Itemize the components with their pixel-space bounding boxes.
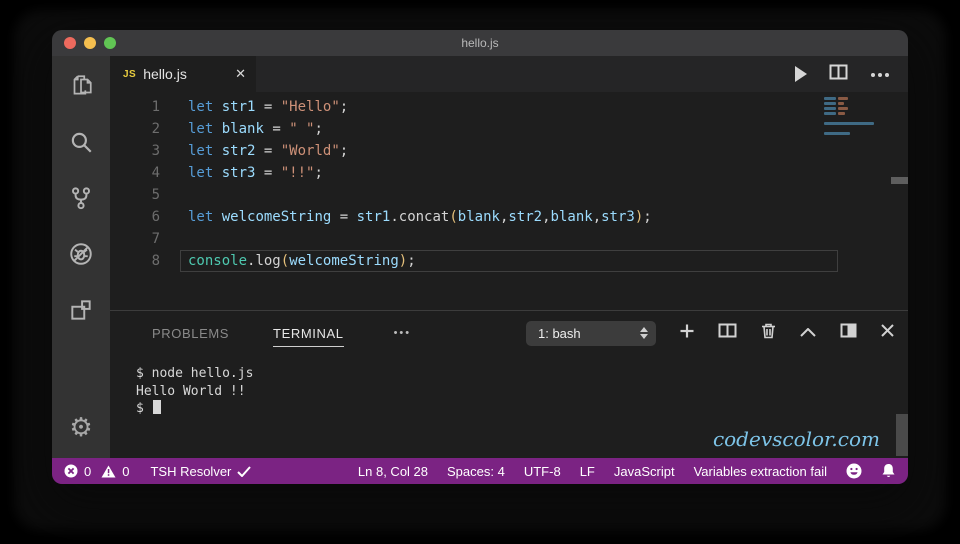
line-number: 2 <box>151 121 160 137</box>
problems-status[interactable]: 0 0 <box>64 464 129 479</box>
line-number: 5 <box>151 187 160 203</box>
select-updown-icon <box>640 327 648 339</box>
line-number: 4 <box>151 165 160 181</box>
tab-label: hello.js <box>143 66 187 82</box>
line-number: 1 <box>151 99 160 115</box>
cursor-position-status[interactable]: Ln 8, Col 28 <box>358 464 428 479</box>
line-number: 7 <box>151 231 160 247</box>
code-line[interactable]: 3 let str2 = "World"; <box>110 140 908 162</box>
line-number: 6 <box>151 209 160 225</box>
indentation-status[interactable]: Spaces: 4 <box>447 464 505 479</box>
debug-disabled-icon[interactable] <box>65 238 97 270</box>
extensions-icon[interactable] <box>65 294 97 326</box>
terminal-scrollbar[interactable] <box>896 414 908 456</box>
tsh-resolver-status[interactable]: TSH Resolver <box>150 464 252 479</box>
code-line[interactable]: 4 let str3 = "!!"; <box>110 162 908 184</box>
activity-bar: ⚙ <box>52 56 110 458</box>
terminal-cursor <box>152 400 161 414</box>
line-number: 3 <box>151 143 160 159</box>
toggle-panel-layout-icon[interactable] <box>840 323 857 343</box>
status-bar: 0 0 TSH Resolver Ln 8, Col 28 Spaces: 4 … <box>52 458 908 484</box>
eol-status[interactable]: LF <box>580 464 595 479</box>
encoding-status[interactable]: UTF-8 <box>524 464 561 479</box>
code-line[interactable]: 7 <box>110 228 908 250</box>
error-count: 0 <box>84 463 92 479</box>
shell-select-value: 1: bash <box>538 325 581 341</box>
zoom-window-button[interactable] <box>104 37 116 49</box>
minimap[interactable] <box>824 97 886 137</box>
source-control-icon[interactable] <box>65 182 97 214</box>
notifications-bell-icon[interactable] <box>881 463 896 479</box>
search-icon[interactable] <box>65 126 97 158</box>
warning-count: 0 <box>122 463 130 479</box>
panel-more-icon[interactable]: ••• <box>394 327 412 339</box>
vscode-window: hello.js ⚙ JS hello.js ✕ 1 let str1 = "H… <box>52 30 908 484</box>
screenshot-stage: hello.js ⚙ JS hello.js ✕ 1 let str1 = "H… <box>0 0 960 544</box>
extension-message-status[interactable]: Variables extraction fail <box>694 464 827 479</box>
split-terminal-icon[interactable] <box>718 323 737 343</box>
maximize-panel-chevron-icon[interactable] <box>800 324 816 342</box>
explorer-icon[interactable] <box>65 70 97 102</box>
language-mode-status[interactable]: JavaScript <box>614 464 675 479</box>
minimize-window-button[interactable] <box>84 37 96 49</box>
new-terminal-icon[interactable] <box>680 324 694 343</box>
bottom-panel: PROBLEMS TERMINAL ••• 1: bash $ node hel… <box>110 310 908 458</box>
close-window-button[interactable] <box>64 37 76 49</box>
code-lines: 1 let str1 = "Hello"; 2 let blank = " "; 3 le… <box>110 92 908 272</box>
run-file-icon[interactable] <box>795 66 807 82</box>
code-line[interactable]: 1 let str1 = "Hello"; <box>110 96 908 118</box>
terminal-output[interactable]: $ node hello.js Hello World !! $ codevsc… <box>110 355 908 458</box>
feedback-smiley-icon[interactable] <box>846 463 862 479</box>
code-line[interactable]: 8 console.log(welcomeString); <box>110 250 908 272</box>
code-line[interactable]: 5 <box>110 184 908 206</box>
close-panel-icon[interactable] <box>881 324 894 342</box>
javascript-file-icon: JS <box>123 68 137 80</box>
terminal-line: $ node hello.js <box>136 366 254 381</box>
tab-hello-js[interactable]: JS hello.js ✕ <box>110 56 256 92</box>
watermark-text: codevscolor.com <box>712 426 880 451</box>
line-number: 8 <box>151 253 160 269</box>
code-line[interactable]: 6 let welcomeString = str1.concat(blank,s… <box>110 206 908 228</box>
tab-problems[interactable]: PROBLEMS <box>152 320 229 346</box>
scrollbar-marker[interactable] <box>891 177 908 184</box>
split-editor-icon[interactable] <box>829 64 848 85</box>
tab-terminal[interactable]: TERMINAL <box>273 320 344 347</box>
code-line[interactable]: 2 let blank = " "; <box>110 118 908 140</box>
editor-tab-bar: JS hello.js ✕ <box>110 56 908 92</box>
terminal-shell-select[interactable]: 1: bash <box>526 320 656 346</box>
terminal-line: Hello World !! <box>136 383 246 399</box>
title-bar: hello.js <box>52 30 908 56</box>
window-title: hello.js <box>461 36 499 50</box>
settings-gear-icon[interactable]: ⚙ <box>69 414 92 440</box>
terminal-prompt-line: $ <box>136 400 908 418</box>
tab-close-icon[interactable]: ✕ <box>235 66 246 82</box>
kill-terminal-trash-icon[interactable] <box>761 323 776 344</box>
panel-header: PROBLEMS TERMINAL ••• 1: bash <box>110 311 908 355</box>
more-actions-icon[interactable] <box>870 65 890 83</box>
code-editor[interactable]: 1 let str1 = "Hello"; 2 let blank = " "; 3 le… <box>110 92 908 310</box>
